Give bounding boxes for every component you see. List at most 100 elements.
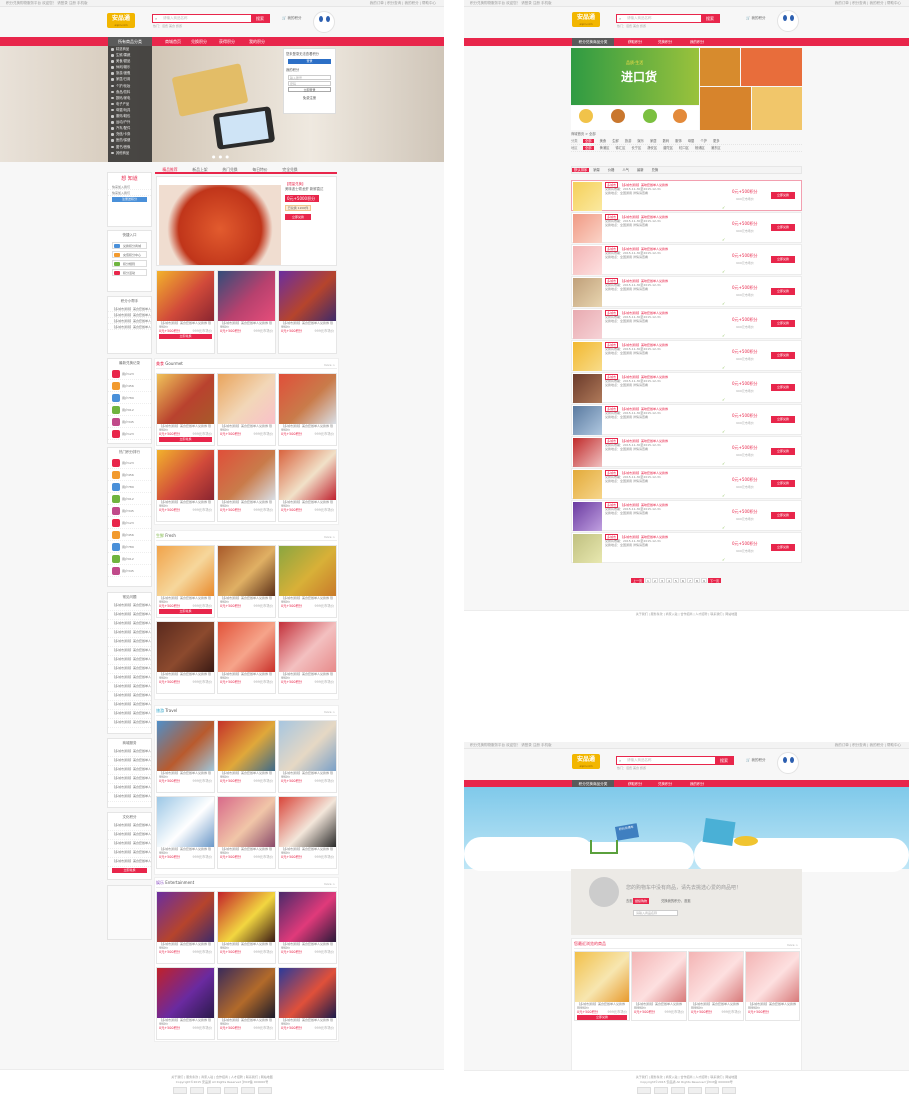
list-row[interactable]: 【多城市通用】美食套餐单人兑换券 限量特价 [108,629,151,638]
list-item[interactable]: 多城市 【多城市通用】美味套餐单人兑换券 兑换有效期：2015-11-30至2015… [571,500,802,531]
list-row[interactable]: 【多城市通用】美食套餐单人兑换券 限量特价 [108,692,151,701]
product-card[interactable]: 【多城市通用】美食套餐单人兑换券 限量特价 0元+500积分 999元市场价 [217,373,276,446]
list-item[interactable]: 多城市 【多城市通用】美味套餐单人兑换券 兑换有效期：2015-11-30至2015… [571,372,802,403]
category-item[interactable]: 其他商品 [108,150,152,156]
tab-new[interactable]: 新品上架 [185,165,215,174]
product-card[interactable]: 【多城市通用】美食套餐单人兑换券 限量特价 0元+500积分 999元市场价 [217,891,276,964]
sidebar-ad[interactable] [107,885,152,940]
user-row[interactable]: 用户345 [108,416,151,428]
page-link[interactable]: 7 [687,578,694,583]
search-box[interactable]: ⌕ 请输入商品名称 搜索 [152,14,270,23]
login-button[interactable]: 登录 [288,59,331,64]
sort-option[interactable]: 销量 [593,168,600,172]
list-item[interactable]: 多城市 【多城市通用】美味套餐单人兑换券 兑换有效期：2015-11-30至2015… [571,404,802,435]
carousel-dots[interactable]: ● ● ● [212,154,230,159]
featured-product[interactable]: 【限量兑换】 美味波士顿龙虾 新鲜直达 0元+5000积分 已兑换 1200件 … [156,176,337,266]
redeem-button[interactable]: 立即兑换 [771,352,795,359]
site-logo[interactable]: 安品通 anpin.com [107,13,135,28]
redeem-button[interactable]: 立即兑换 [771,224,795,231]
search-input[interactable]: 请输入商品名称 [163,16,188,21]
list-row[interactable]: 【多城市通用】美食套餐单人兑换券 限量特价 [108,757,151,766]
quick-item-3[interactable]: 积分活动 [112,269,147,276]
filter-option[interactable]: 家居 [650,139,657,143]
product-card[interactable]: 【多城市通用】美食套餐单人兑换券 限量特价 0元+500积分 999元市场价 [217,545,276,618]
featured-buy-button[interactable]: 立即兑换 [285,214,311,220]
page-link[interactable]: 4 [666,578,673,583]
page-link[interactable]: 1 [645,578,652,583]
redeem-button[interactable]: 立即兑换 [771,448,795,455]
user-row[interactable]: 用户012 [108,553,151,565]
filter-option[interactable]: 娱乐 [637,139,644,143]
redeem-button[interactable]: 立即兑换 [771,320,795,327]
redeem-button[interactable]: 立即兑换 [771,256,795,263]
burger-icon[interactable] [611,109,625,123]
redeem-button[interactable]: 立即兑换 [771,384,795,391]
filter-option[interactable]: 母婴 [688,139,695,143]
user-row[interactable]: 用户012 [108,404,151,416]
promo-tile[interactable] [700,87,751,130]
filter-option[interactable]: 静安区 [647,146,657,150]
register-link[interactable]: 免费注册 [284,93,335,102]
redeem-button[interactable]: 立即兑换 [771,192,795,199]
product-card[interactable]: 【多城市通用】美食套餐单人兑换券 限量特价 0元+500积分 999元市场价 [278,891,337,964]
top-bar-links[interactable]: 我的订单 | 积分查询 | 我的积分 | 帮助中心 [835,1,901,6]
product-card[interactable]: 【多城市通用】美食套餐单人兑换券 限量特价 0元+500积分 999元市场价 [631,951,687,1021]
product-card[interactable]: 【多城市通用】美食套餐单人兑换券 限量特价 0元+500积分 999元市场价 [278,621,337,694]
page-link[interactable]: 6 [680,578,687,583]
page-link[interactable]: 2 [652,578,659,583]
filter-option[interactable]: 全部 [583,146,594,150]
list-row[interactable]: 【多城市通用】美食套餐单人兑换券 限量特价 [108,840,151,849]
product-card[interactable]: 【多城市通用】美食套餐单人兑换券 限量特价 0元+500积分 999元市场价 [156,449,215,522]
top-bar-links[interactable]: 我的订单 | 积分查询 | 我的积分 | 帮助中心 [370,1,436,6]
list-row[interactable]: 【多城市通用】美食套餐单人兑换券 限量特价 [108,647,151,656]
continue-shopping-button[interactable]: 继续购物 [633,898,650,904]
buy-button[interactable]: 立即兑换 [577,1015,627,1020]
product-card[interactable]: 【多城市通用】美食套餐单人兑换券 限量特价 0元+500积分 999元市场价 立即兑换 [156,545,215,618]
search-input[interactable]: 请输入商品名称 [627,758,652,763]
product-card[interactable]: 【多城市通用】美食套餐单人兑换券 限量特价 0元+500积分 999元市场价 [156,967,215,1040]
search-button[interactable]: 搜索 [715,757,733,764]
product-card[interactable]: 【多城市通用】美食套餐单人兑换券 限量特价 0元+500积分 999元市场价 [278,545,337,618]
search-button[interactable]: 搜索 [251,15,269,22]
pizza-icon[interactable] [673,109,687,123]
filter-option[interactable]: 普陀区 [663,146,673,150]
page-link[interactable]: 下一页 [708,578,722,583]
list-row[interactable]: 【多城市通用】美食套餐单人兑换券 限量特价 [108,766,151,775]
list-item[interactable]: 多城市 【多城市通用】美味套餐单人兑换券 兑换有效期：2015-11-30至2015… [571,532,802,563]
filter-option[interactable]: 美食 [600,139,607,143]
top-bar-links[interactable]: 我的订单 | 积分查询 | 我的积分 | 帮助中心 [835,743,901,748]
promo-banner[interactable]: 品质·生活 进口货 [571,48,802,130]
my-points-link[interactable]: 🛒 我的积分 [746,16,765,21]
filter-option[interactable]: 徐汇区 [615,146,625,150]
list-row[interactable]: 【多城市通用】美食套餐单人兑换券 限量特价 [108,656,151,665]
more-link[interactable]: more > [324,363,335,367]
quick-item-2[interactable]: 积分规则 [112,260,147,267]
filter-option[interactable]: 更多 [713,139,720,143]
product-card[interactable]: 【多城市通用】美食套餐单人兑换券 限量特价 0元+500积分 999元市场价 [278,796,337,869]
culture-button[interactable]: 立即兑换 [112,868,147,873]
filter-option[interactable]: 个护 [700,139,707,143]
product-card[interactable]: 【多城市通用】美食套餐单人兑换券 限量特价 0元+500积分 999元市场价 [156,720,215,793]
more-link[interactable]: more > [324,535,335,539]
food-icon[interactable] [579,109,593,123]
filter-option[interactable]: 虹口区 [679,146,689,150]
list-row[interactable]: 【多城市通用】美食套餐单人兑换券 限量特价 [108,775,151,784]
user-row[interactable]: 用户123 [108,368,151,380]
my-points-link[interactable]: 🛒 我的积分 [746,758,765,763]
filter-option[interactable]: 生鲜 [612,139,619,143]
sort-option[interactable]: 价格 [608,168,615,172]
list-row[interactable]: 【多城市通用】美食套餐单人兑换券 限量特价 [108,784,151,793]
product-card[interactable]: 【多城市通用】美食套餐单人兑换券 限量特价 0元+500积分 999元市场价 [217,796,276,869]
nav-home[interactable]: 商城首页 [160,37,186,46]
buy-button[interactable]: 立即兑换 [159,334,212,339]
search-button[interactable]: 搜索 [701,15,719,22]
more-link[interactable]: more > [324,882,335,886]
product-card[interactable]: 【多城市通用】美食套餐单人兑换券 限量特价 0元+500积分 999元市场价 [217,967,276,1040]
product-card[interactable]: 【多城市通用】美食套餐单人兑换券 限量特价 0元+500积分 999元市场价 [278,270,337,354]
list-row[interactable]: 【多城市通用】美食套餐单人兑换券 限量特价 [108,638,151,647]
list-item[interactable]: 多城市 【多城市通用】美味套餐单人兑换券 兑换有效期：2015-11-30至2015… [571,244,802,275]
nav-my-points[interactable]: 我的积分 [684,38,710,46]
search-box[interactable]: ⌕ 请输入商品名称 搜索 [616,14,720,23]
site-logo[interactable]: 安品通 anpin.com [572,12,600,27]
product-card[interactable]: 【多城市通用】美食套餐单人兑换券 限量特价 0元+500积分 999元市场价 [278,967,337,1040]
